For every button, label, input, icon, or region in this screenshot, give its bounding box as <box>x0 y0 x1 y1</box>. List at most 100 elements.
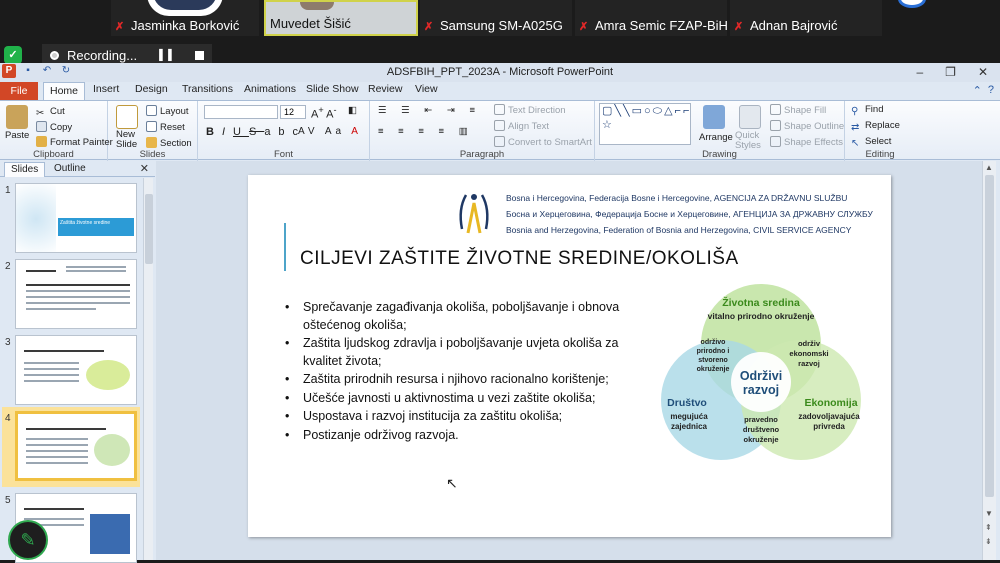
tab-design[interactable]: Design <box>135 83 168 95</box>
participant-tile[interactable]: ✗ Samsung SM-A025G <box>420 0 572 36</box>
tab-outline[interactable]: Outline <box>48 162 92 177</box>
slide-thumbnail-3[interactable] <box>15 335 137 405</box>
arrange-icon[interactable] <box>703 105 725 129</box>
tab-home[interactable]: Home <box>43 82 85 100</box>
list-buttons[interactable]: ☰ ☰ ⇤ ⇥ ≡ <box>378 105 481 116</box>
cursor-icon: ↖ <box>851 138 860 149</box>
venn-overlap-label: ekonomski <box>789 349 828 358</box>
brush-icon <box>36 136 47 147</box>
annotate-pen-button[interactable]: ✎ <box>8 520 48 560</box>
tab-file[interactable]: File <box>0 82 38 100</box>
scrollbar-thumb[interactable] <box>985 175 994 497</box>
pause-icon[interactable]: ▌▌ <box>159 50 177 61</box>
slide-number: 3 <box>5 337 11 348</box>
text-direction-button[interactable]: Text Direction <box>494 104 566 116</box>
tab-insert[interactable]: Insert <box>93 83 119 95</box>
slide-thumbnail-4-selected[interactable] <box>15 411 137 481</box>
tab-slide-show[interactable]: Slide Show <box>306 83 359 95</box>
participant-tile[interactable]: ✗ Adnan Bajrović <box>730 0 882 36</box>
stop-icon[interactable] <box>195 50 205 60</box>
participant-tile[interactable]: ✗ Jasminka Borković <box>111 0 259 36</box>
paste-icon[interactable] <box>6 105 28 129</box>
slide-thumbnail-1[interactable]: Zaštita životne sredine <box>15 183 137 253</box>
close-pane-icon[interactable]: ✕ <box>140 162 149 175</box>
recording-label: Recording... <box>67 47 138 63</box>
slide-title[interactable]: CILJEVI ZAŠTITE ŽIVOTNE SREDINE/OKOLIŠA <box>300 248 739 270</box>
smartart-icon <box>494 136 505 147</box>
font-style-buttons[interactable]: BIUSabc <box>206 126 306 138</box>
effects-icon <box>770 136 781 147</box>
next-slide-icon[interactable]: ⇟ <box>985 537 992 546</box>
vertical-scrollbar[interactable]: ▲ ▼ ⇞ ⇟ <box>982 161 996 560</box>
ribbon: Paste ✂ Cut Copy Format Painter Clipboard… <box>0 100 1000 161</box>
text-direction-icon <box>494 104 505 115</box>
close-button[interactable]: ✕ <box>978 65 988 79</box>
scroll-up-icon[interactable]: ▲ <box>985 163 993 172</box>
section-icon <box>146 137 157 148</box>
help-icon[interactable]: ? <box>988 84 994 97</box>
venn-left-title: Društvo <box>667 397 707 409</box>
slide-thumbnail-2[interactable] <box>15 259 137 329</box>
new-slide-button[interactable]: New Slide <box>116 130 146 150</box>
replace-button[interactable]: ⇄ Replace <box>851 120 900 133</box>
reset-icon <box>146 121 157 132</box>
minimize-ribbon-icon[interactable]: ⌃ <box>973 84 982 97</box>
select-button[interactable]: ↖ Select <box>851 136 891 149</box>
arrange-button[interactable]: Arrange <box>699 132 733 143</box>
reset-button[interactable]: Reset <box>146 121 185 133</box>
quick-styles-button[interactable]: Quick Styles <box>735 131 765 151</box>
convert-smartart-button[interactable]: Convert to SmartArt <box>494 136 592 148</box>
tab-slides[interactable]: Slides <box>4 162 46 177</box>
tab-transitions[interactable]: Transitions <box>182 83 233 95</box>
mouse-cursor-icon: ↖ <box>446 475 458 491</box>
bullet-item: Zaštita prirodnih resursa i njihovo raci… <box>285 371 655 389</box>
avatar <box>147 0 223 16</box>
participant-tile[interactable]: ✗ Amra Semic FZAP-BiH <box>575 0 728 36</box>
font-size-field[interactable]: 12 <box>280 105 306 119</box>
group-label: Paragraph <box>459 149 505 160</box>
maximize-button[interactable]: ❐ <box>945 65 956 79</box>
find-button[interactable]: ⚲ Find <box>851 104 883 117</box>
shape-outline-button[interactable]: Shape Outline <box>770 120 844 132</box>
paste-button[interactable]: Paste <box>5 130 29 141</box>
font-name-field[interactable] <box>204 105 278 119</box>
align-buttons[interactable]: ≡ ≡ ≡ ≡ ▥ <box>378 126 474 137</box>
paint-bucket-icon <box>770 104 781 115</box>
ribbon-tabs: File Home Insert Design Transitions Anim… <box>0 82 1000 100</box>
agency-name-bs: Bosna i Hercegovina, Federacija Bosne i … <box>506 193 848 203</box>
tab-view[interactable]: View <box>415 83 438 95</box>
grow-font-button[interactable]: A+ A- <box>311 105 337 121</box>
layout-icon <box>146 105 157 116</box>
shape-effects-button[interactable]: Shape Effects <box>770 136 843 148</box>
thumb-title: Zaštita životne sredine <box>58 218 134 236</box>
copy-button[interactable]: Copy <box>36 121 72 133</box>
group-drawing: ▢╲╲▭○⬭△⌐⌐⇨⇩⇦↘↖⌒❴❵☆ Arrange Quick Styles … <box>595 101 845 161</box>
tab-review[interactable]: Review <box>368 83 402 95</box>
format-painter-button[interactable]: Format Painter <box>36 136 113 148</box>
quick-styles-icon[interactable] <box>739 105 761 129</box>
sustainable-development-venn-diagram[interactable]: Životna sredina vitalno prirodno okružen… <box>651 282 871 462</box>
minimize-button[interactable]: – <box>916 65 923 79</box>
bullet-item: Sprečavanje zagađivanja okoliša, poboljš… <box>285 299 655 334</box>
venn-overlap-label: prirodno i <box>697 348 730 355</box>
shapes-gallery[interactable]: ▢╲╲▭○⬭△⌐⌐⇨⇩⇦↘↖⌒❴❵☆ <box>599 103 691 145</box>
shape-fill-button[interactable]: Shape Fill <box>770 104 826 116</box>
font-spacing-buttons[interactable]: AV Aa A <box>298 126 362 137</box>
layout-button[interactable]: Layout <box>146 105 189 117</box>
align-text-button[interactable]: Align Text <box>494 120 549 132</box>
participant-name: Amra Semic FZAP-BiH <box>595 18 728 33</box>
bullet-list[interactable]: Sprečavanje zagađivanja okoliša, poboljš… <box>285 299 655 445</box>
scroll-down-icon[interactable]: ▼ <box>985 509 993 518</box>
venn-right-title: Ekonomija <box>804 397 857 409</box>
previous-slide-icon[interactable]: ⇞ <box>985 523 992 532</box>
new-slide-icon[interactable] <box>116 105 138 129</box>
shield-icon: ✓ <box>4 46 22 64</box>
section-button[interactable]: Section <box>146 137 192 149</box>
clear-format-icon[interactable]: ◧ <box>348 105 357 116</box>
participant-tile-active-speaker[interactable]: Muvedet Šišić <box>264 0 418 36</box>
slide-canvas[interactable]: Bosna i Hercegovina, Federacija Bosne i … <box>248 175 891 537</box>
pane-scrollbar[interactable] <box>143 178 153 560</box>
cut-button[interactable]: ✂ Cut <box>36 106 65 119</box>
agency-name-en: Bosnia and Herzegovina, Federation of Bo… <box>506 225 852 235</box>
tab-animations[interactable]: Animations <box>244 83 296 95</box>
